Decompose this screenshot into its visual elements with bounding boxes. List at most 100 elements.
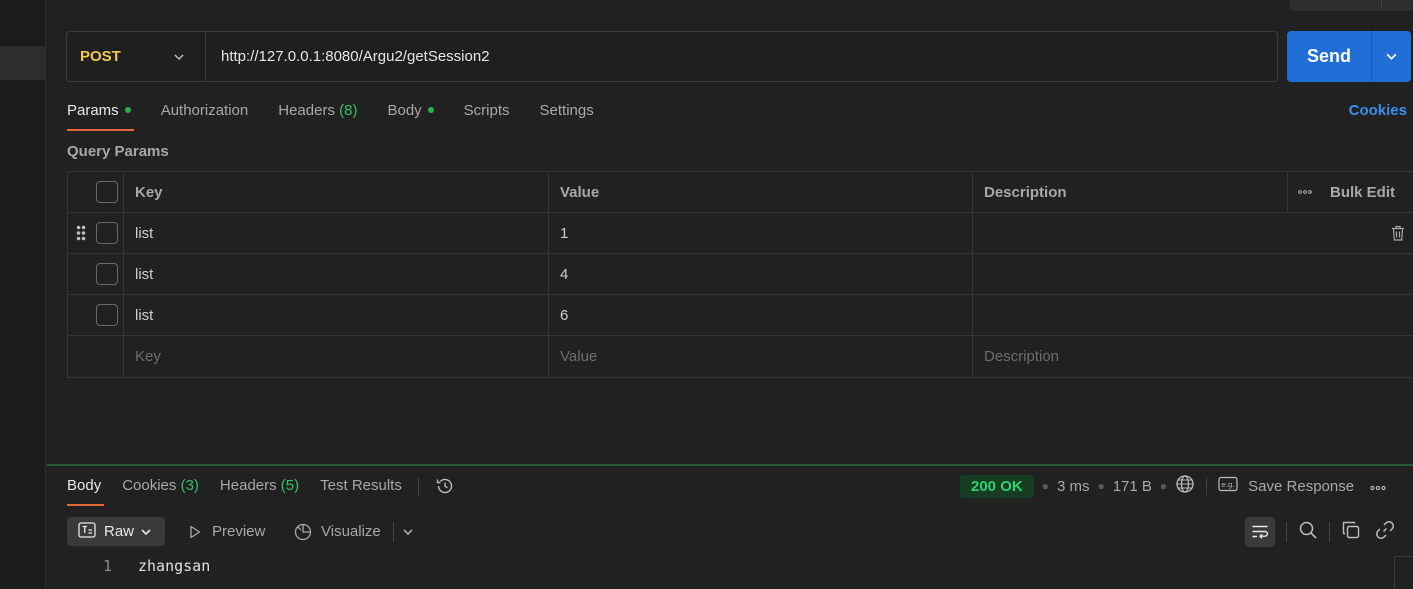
tab-label: Cookies <box>122 477 177 494</box>
bulk-edit-cell: Bulk Edit <box>1288 172 1413 212</box>
select-all-checkbox[interactable] <box>96 181 118 203</box>
row-check-cell <box>68 336 124 377</box>
tab-label: Headers <box>219 477 277 494</box>
tab-label: Body <box>67 477 102 494</box>
tab-params[interactable]: Params <box>67 100 134 131</box>
response-tab-cookies[interactable]: Cookies (3) <box>122 475 199 506</box>
tab-label: Settings <box>539 102 594 119</box>
line-number: 1 <box>102 557 112 575</box>
param-key-cell[interactable]: list <box>124 213 549 253</box>
response-meta: 200 OK ● 3 ms ● 171 B ● e.g. Save Respon… <box>960 473 1386 499</box>
send-button[interactable]: Send <box>1287 46 1371 67</box>
param-description-cell[interactable] <box>973 213 1413 253</box>
trash-icon[interactable] <box>1391 225 1405 245</box>
response-size[interactable]: 171 B <box>1113 478 1152 495</box>
send-button-group: Send <box>1287 31 1411 82</box>
method-select[interactable]: POST <box>67 32 206 81</box>
tab-label: Authorization <box>160 102 249 119</box>
response-tab-headers[interactable]: Headers (5) <box>220 475 299 506</box>
chevron-down-icon <box>174 53 184 60</box>
column-header-value: Value <box>549 172 973 212</box>
table-row: list 1 <box>68 213 1413 254</box>
tab-label: Scripts <box>463 102 510 119</box>
value-placeholder: Value <box>560 348 598 365</box>
response-tools <box>1245 516 1395 547</box>
new-description-input[interactable]: Description <box>973 336 1413 377</box>
raw-format-icon <box>78 521 96 542</box>
query-params-table: Key Value Description Bulk Edit list 1 l… <box>67 171 1413 378</box>
search-icon[interactable] <box>1298 520 1318 544</box>
url-input[interactable]: http://127.0.0.1:8080/Argu2/getSession2 <box>206 48 1277 65</box>
response-pane-divider[interactable] <box>47 464 1413 466</box>
param-key: list <box>135 306 154 324</box>
param-key-cell[interactable]: list <box>124 254 549 294</box>
cookies-link[interactable]: Cookies <box>1349 100 1407 122</box>
chevron-down-icon[interactable] <box>402 526 414 538</box>
sidebar <box>0 0 46 589</box>
row-checkbox[interactable] <box>96 304 118 326</box>
tab-settings[interactable]: Settings <box>540 100 594 131</box>
row-checkbox[interactable] <box>96 263 118 285</box>
tab-label: Test Results <box>320 477 402 494</box>
meta-separator: ● <box>1097 479 1105 493</box>
globe-icon[interactable] <box>1175 474 1195 498</box>
param-value-cell[interactable]: 6 <box>549 295 973 335</box>
bulk-edit-button[interactable]: Bulk Edit <box>1330 184 1395 201</box>
more-options-icon[interactable] <box>1370 478 1386 495</box>
top-control-stub[interactable] <box>1290 0 1413 11</box>
param-value: 4 <box>560 265 569 283</box>
line-content[interactable]: zhangsan <box>138 557 210 575</box>
sidebar-selected-item[interactable] <box>0 46 46 80</box>
play-icon <box>190 525 201 538</box>
response-time[interactable]: 3 ms <box>1057 478 1090 495</box>
param-description-cell[interactable] <box>973 295 1413 335</box>
tab-headers[interactable]: Headers (8) <box>278 100 357 131</box>
param-description-cell[interactable] <box>973 254 1413 294</box>
visualize-icon <box>294 523 312 540</box>
row-check-cell <box>68 213 124 253</box>
response-tab-body[interactable]: Body <box>67 475 105 506</box>
table-row: list 6 <box>68 295 1413 336</box>
history-icon[interactable] <box>435 476 455 500</box>
scrollbar[interactable] <box>1394 556 1413 589</box>
meta-divider <box>1206 477 1208 495</box>
top-control-divider <box>1381 0 1382 10</box>
wrap-lines-button[interactable] <box>1245 516 1275 547</box>
link-icon[interactable] <box>1375 520 1395 544</box>
response-body-line: 1 zhangsan <box>67 557 210 575</box>
example-icon: e.g. <box>1218 476 1238 496</box>
tab-scripts[interactable]: Scripts <box>464 100 510 131</box>
select-all-cell <box>68 172 124 212</box>
body-dot-indicator <box>427 107 434 114</box>
tab-label: Headers <box>278 102 335 119</box>
copy-icon[interactable] <box>1341 520 1361 544</box>
tab-authorization[interactable]: Authorization <box>161 100 249 131</box>
tab-label: Params <box>67 102 119 119</box>
svg-text:e.g.: e.g. <box>1222 481 1235 489</box>
cookies-count: (3) <box>180 477 199 494</box>
visualize-separator <box>392 521 394 542</box>
format-select[interactable]: Raw <box>67 517 165 546</box>
meta-separator: ● <box>1041 479 1049 493</box>
params-dot-indicator <box>124 107 131 114</box>
preview-button[interactable]: Preview <box>187 517 265 546</box>
send-options-button[interactable] <box>1372 50 1411 63</box>
visualize-label: Visualize <box>321 523 381 540</box>
more-options-icon[interactable] <box>1298 189 1312 195</box>
tab-body[interactable]: Body <box>387 100 434 131</box>
status-badge[interactable]: 200 OK <box>960 474 1034 498</box>
new-value-input[interactable]: Value <box>549 336 973 377</box>
response-tabs: Body Cookies (3) Headers (5) Test Result… <box>67 475 455 507</box>
row-checkbox[interactable] <box>96 222 118 244</box>
param-value-cell[interactable]: 4 <box>549 254 973 294</box>
save-response-button[interactable]: Save Response <box>1248 478 1354 495</box>
drag-handle-icon[interactable] <box>76 225 86 245</box>
param-key-cell[interactable]: list <box>124 295 549 335</box>
visualize-button[interactable]: Visualize <box>293 517 414 546</box>
response-tab-test-results[interactable]: Test Results <box>320 475 402 506</box>
table-header-row: Key Value Description Bulk Edit <box>68 172 1413 213</box>
param-value-cell[interactable]: 1 <box>549 213 973 253</box>
column-header-key: Key <box>124 172 549 212</box>
wrap-lines-icon <box>1252 525 1269 539</box>
new-key-input[interactable]: Key <box>124 336 549 377</box>
